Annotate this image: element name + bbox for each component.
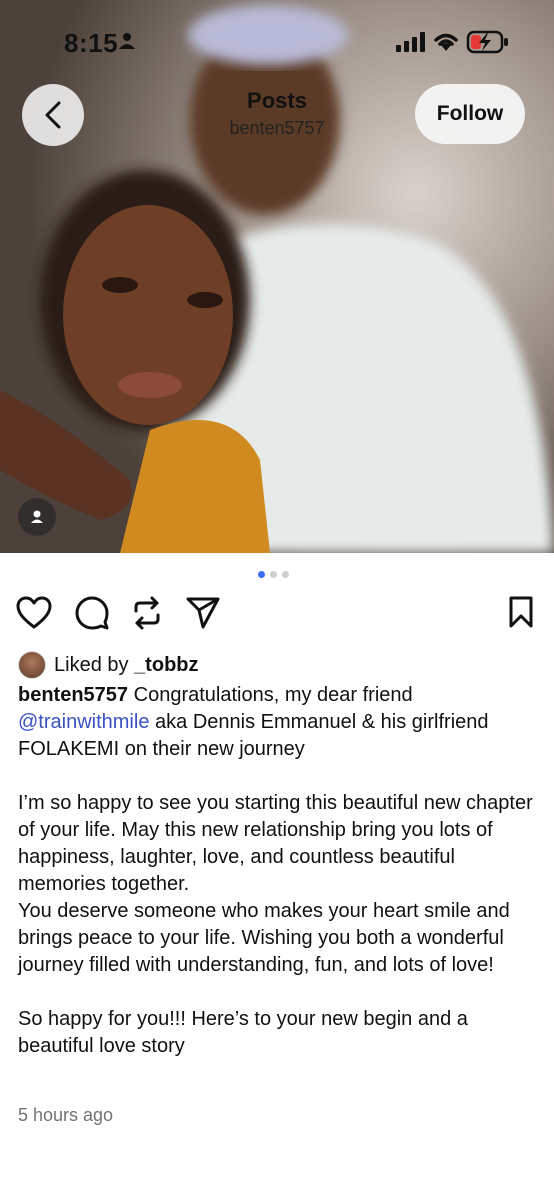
avatar (18, 651, 46, 679)
post-actions (0, 596, 554, 632)
mention-link[interactable]: @trainwithmile (18, 711, 149, 733)
post-photo[interactable] (0, 0, 554, 553)
liked-by[interactable]: Liked by _tobbz (18, 651, 199, 679)
liked-by-prefix: Liked by (54, 653, 129, 676)
caption-paragraph: You deserve someone who makes your heart… (18, 900, 510, 976)
comment-icon[interactable] (75, 596, 109, 630)
wifi-icon (434, 33, 458, 51)
cellular-signal-icon (396, 32, 425, 52)
carousel-dot-active (258, 571, 265, 578)
tagged-users-button[interactable] (18, 498, 56, 536)
heart-icon[interactable] (16, 596, 52, 630)
carousel-dot (282, 571, 289, 578)
bookmark-icon[interactable] (508, 596, 534, 628)
caption-paragraph: So happy for you!!! Here’s to your new b… (18, 1008, 468, 1057)
status-bar: 8:15 (0, 0, 554, 80)
person-tag-icon (31, 510, 43, 523)
post-timestamp: 5 hours ago (18, 1105, 114, 1125)
liked-by-user[interactable]: _tobbz (134, 654, 198, 677)
caption-paragraph: I’m so happy to see you starting this be… (18, 792, 533, 895)
couple-photo-illustration (0, 0, 554, 553)
battery-charging-icon (466, 30, 508, 54)
carousel-indicator (258, 571, 289, 578)
follow-button[interactable]: Follow (415, 84, 525, 144)
repost-icon[interactable] (131, 596, 163, 630)
status-time: 8:15 (64, 28, 119, 58)
caption-username[interactable]: benten5757 (18, 684, 128, 706)
caption-text: Congratulations, my dear friend (133, 684, 413, 706)
caption-paragraph: benten5757 Congratulations, my dear frie… (18, 682, 538, 763)
carousel-dot (270, 571, 277, 578)
post-caption: benten5757 Congratulations, my dear frie… (18, 682, 538, 1060)
share-icon[interactable] (186, 596, 220, 630)
focus-person-icon (119, 33, 135, 49)
